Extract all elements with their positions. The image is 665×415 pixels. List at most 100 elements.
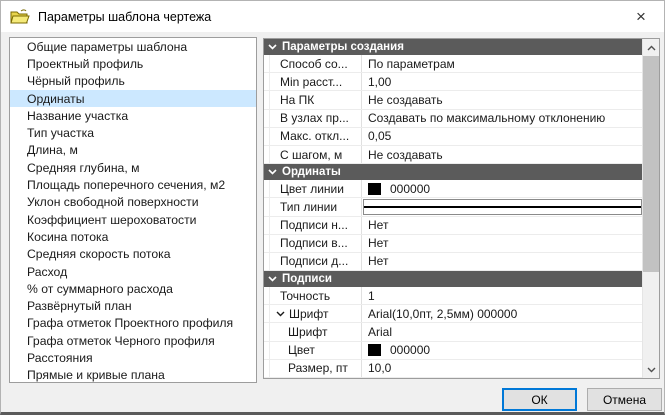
- folder-open-icon: [10, 9, 30, 25]
- property-label: В узлах пр...: [270, 110, 362, 127]
- line-type-value[interactable]: [362, 198, 643, 215]
- property-value[interactable]: Создавать по максимальному отклонению: [362, 110, 643, 127]
- property-label: На ПК: [270, 91, 362, 108]
- sidebar-item[interactable]: Общие параметры шаблона: [10, 38, 256, 55]
- color-swatch: [368, 344, 381, 356]
- property-row: Размер, пт 10,0: [264, 360, 643, 378]
- property-label: Подписи д...: [270, 253, 362, 270]
- group-label: Параметры создания: [282, 41, 404, 53]
- property-row: Подписи н... Нет: [264, 217, 643, 235]
- title-bar: Параметры шаблона чертежа ×: [1, 1, 664, 32]
- close-icon: ×: [636, 7, 646, 27]
- sidebar-item[interactable]: % от суммарного расхода: [10, 280, 256, 297]
- close-button[interactable]: ×: [618, 1, 664, 32]
- property-grid-content: Параметры создания Способ со... По парам…: [264, 39, 643, 378]
- group-header-podpisi[interactable]: Подписи: [264, 271, 643, 287]
- property-value[interactable]: Нет: [362, 253, 643, 270]
- property-label: Подписи в...: [270, 235, 362, 252]
- scrollbar-thumb[interactable]: [643, 56, 660, 272]
- sidebar-item[interactable]: Графа отметок Проектного профиля: [10, 315, 256, 332]
- property-label: Тип линии: [270, 198, 362, 215]
- property-row: В узлах пр... Создавать по максимальному…: [264, 110, 643, 128]
- group-header-ordinaty[interactable]: Ординаты: [264, 164, 643, 180]
- property-label: Подписи н...: [270, 217, 362, 234]
- property-label: Цвет: [270, 342, 362, 359]
- property-value[interactable]: 10,0: [362, 360, 643, 377]
- sidebar-item[interactable]: Средняя глубина, м: [10, 159, 256, 176]
- chevron-down-icon: [647, 367, 656, 373]
- sidebar-item[interactable]: Название участка: [10, 107, 256, 124]
- property-label: Размер, пт: [270, 360, 362, 377]
- property-label: Шрифт: [289, 307, 328, 321]
- sidebar-item[interactable]: Развёрнутый план: [10, 297, 256, 314]
- property-value[interactable]: По параметрам: [362, 55, 643, 72]
- property-label: Цвет линии: [270, 180, 362, 197]
- property-label: Точность: [270, 287, 362, 304]
- property-value[interactable]: Arial(10,0пт, 2,5мм) 000000: [362, 305, 643, 322]
- template-parameters-dialog: Параметры шаблона чертежа × Общие параме…: [0, 0, 665, 415]
- property-label-expandable[interactable]: Шрифт: [270, 305, 362, 322]
- cancel-button[interactable]: Отмена: [587, 388, 662, 411]
- property-row: Тип линии: [264, 198, 643, 216]
- property-row: С шагом, м Не создавать: [264, 146, 643, 164]
- property-value[interactable]: 0,05: [362, 128, 643, 145]
- sidebar-item[interactable]: Уклон свободной поверхности: [10, 194, 256, 211]
- property-row: Способ со... По параметрам: [264, 55, 643, 73]
- line-type-sample: [363, 199, 642, 214]
- sidebar-item[interactable]: Коэффициент шероховатости: [10, 211, 256, 228]
- chevron-down-icon: [268, 276, 277, 282]
- property-row: Шрифт Arial(10,0пт, 2,5мм) 000000: [264, 305, 643, 323]
- window-title: Параметры шаблона чертежа: [38, 10, 211, 24]
- property-value[interactable]: Не создавать: [362, 91, 643, 108]
- sidebar-item[interactable]: Проектный профиль: [10, 55, 256, 72]
- property-value[interactable]: Не создавать: [362, 146, 643, 163]
- property-row: На ПК Не создавать: [264, 91, 643, 109]
- group-label: Ординаты: [282, 166, 341, 178]
- chevron-down-icon: [268, 44, 277, 50]
- sidebar-item-selected[interactable]: Ординаты: [10, 90, 256, 107]
- property-row: Шрифт Arial: [264, 323, 643, 341]
- sidebar-item[interactable]: Площадь поперечного сечения, м2: [10, 176, 256, 193]
- vertical-scrollbar[interactable]: [642, 39, 659, 378]
- property-value[interactable]: 1,00: [362, 73, 643, 90]
- sidebar-item[interactable]: Расход: [10, 263, 256, 280]
- line-color-value[interactable]: 000000: [362, 180, 643, 197]
- property-row: Подписи в... Нет: [264, 235, 643, 253]
- property-label: Способ со...: [270, 55, 362, 72]
- property-label: Макс. откл...: [270, 128, 362, 145]
- group-header-parametry-sozdaniya[interactable]: Параметры создания: [264, 39, 643, 55]
- property-row: Min расст... 1,00: [264, 73, 643, 91]
- sidebar-item[interactable]: Расстояния: [10, 349, 256, 366]
- property-row: Цвет линии 000000: [264, 180, 643, 198]
- property-value[interactable]: Нет: [362, 217, 643, 234]
- scroll-down-button[interactable]: [643, 361, 660, 378]
- property-row: Точность 1: [264, 287, 643, 305]
- color-code: 000000: [390, 182, 430, 196]
- color-code: 000000: [390, 343, 430, 357]
- chevron-down-icon: [276, 311, 285, 317]
- property-grid: Параметры создания Способ со... По парам…: [263, 38, 660, 379]
- chevron-down-icon: [268, 169, 277, 175]
- property-value[interactable]: 1: [362, 287, 643, 304]
- ok-button[interactable]: ОК: [502, 388, 577, 411]
- group-label: Подписи: [282, 273, 332, 285]
- sidebar-item[interactable]: Длина, м: [10, 142, 256, 159]
- property-row: Подписи д... Нет: [264, 253, 643, 271]
- sidebar-item[interactable]: Косина потока: [10, 228, 256, 245]
- property-label: С шагом, м: [270, 146, 362, 163]
- sidebar-item[interactable]: Графа отметок Черного профиля: [10, 332, 256, 349]
- property-label: Шрифт: [270, 323, 362, 340]
- chevron-up-icon: [647, 45, 656, 51]
- property-row: Макс. откл... 0,05: [264, 128, 643, 146]
- sidebar-item[interactable]: Чёрный профиль: [10, 73, 256, 90]
- scroll-up-button[interactable]: [643, 39, 660, 56]
- property-value[interactable]: Arial: [362, 323, 643, 340]
- sidebar-item[interactable]: Тип участка: [10, 124, 256, 141]
- property-label: Min расст...: [270, 73, 362, 90]
- sidebar-item[interactable]: Средняя скорость потока: [10, 246, 256, 263]
- template-sections-list[interactable]: Общие параметры шаблона Проектный профил…: [9, 37, 257, 383]
- property-row: Цвет 000000: [264, 342, 643, 360]
- font-color-value[interactable]: 000000: [362, 342, 643, 359]
- sidebar-item[interactable]: Прямые и кривые плана: [10, 367, 256, 383]
- property-value[interactable]: Нет: [362, 235, 643, 252]
